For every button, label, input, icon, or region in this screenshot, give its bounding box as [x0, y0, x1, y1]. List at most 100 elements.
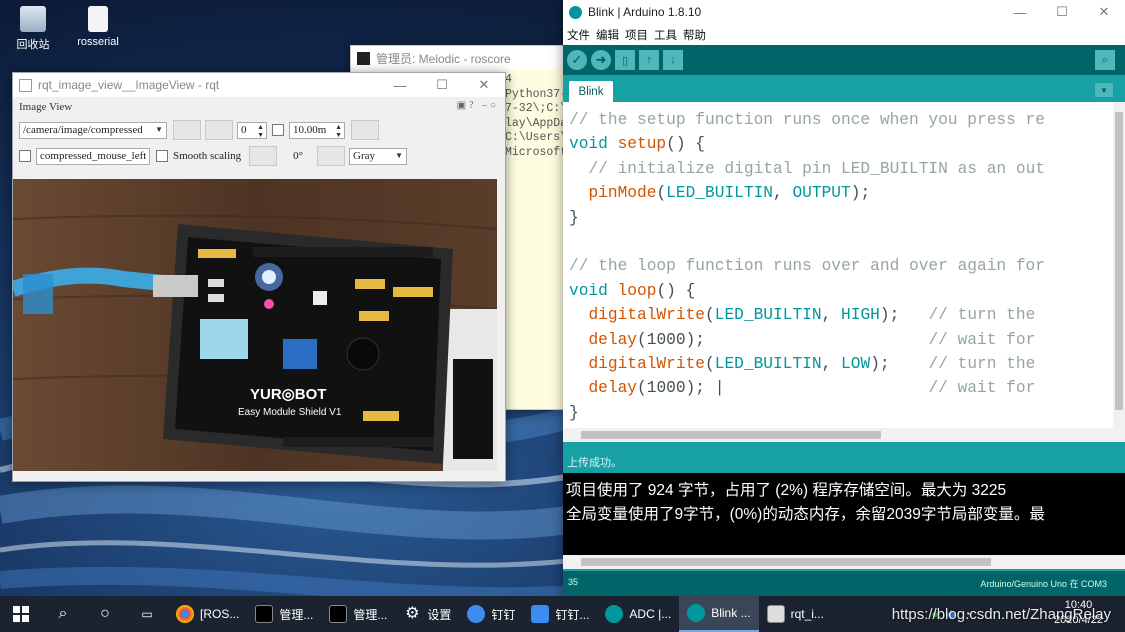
tab-label: Blink [578, 85, 604, 98]
dingtalk-icon [467, 605, 486, 623]
spin-value: 0 [241, 124, 247, 136]
taskbar-item-label: 管理... [279, 607, 314, 622]
max-value: 10.00m [293, 124, 327, 136]
editor-horizontal-scrollbar[interactable] [563, 428, 1125, 442]
image-view-toolbar-row-2: compressed_mouse_left Smooth scaling 0° … [13, 143, 505, 169]
serial-monitor-button[interactable]: ⌕ [1095, 50, 1115, 70]
desktop-icon-label: 回收站 [16, 39, 50, 51]
desktop-icon-recycle-bin[interactable]: 回收站 [8, 6, 58, 52]
panel-controls[interactable]: ▣? –○ [457, 100, 499, 111]
search-icon: ⌕ [58, 605, 68, 622]
dropdown-arrow-icon: ▼ [155, 124, 163, 134]
topic-select[interactable]: /camera/image/compressed ▼ [19, 121, 167, 139]
tab-blink[interactable]: Blink [569, 81, 613, 102]
rqt-app-icon [19, 78, 32, 92]
cortana-button[interactable]: ○ [84, 596, 126, 632]
chrome-icon [176, 605, 194, 623]
scrollbar-thumb[interactable] [581, 558, 991, 566]
console-title: 管理员: Melodic - roscore [376, 51, 511, 66]
search-button[interactable]: ⌕ [42, 596, 84, 632]
spin-arrows-icon: ▲ ▼ [335, 122, 342, 139]
arduino-ide-window[interactable]: Blink | Arduino 1.8.10 — ☐ ✕ 文件 编辑 项目 工具… [563, 0, 1125, 596]
output-line: 项目使用了 924 字节，占用了 (2%) 程序存储空间。最大为 3225 [566, 482, 1007, 499]
open-sketch-button[interactable]: ↑ [639, 50, 659, 70]
smooth-scaling-checkbox[interactable] [156, 150, 168, 162]
max-value-spinbox[interactable]: 10.00m ▲ ▼ [289, 121, 345, 139]
editor-vertical-scrollbar[interactable] [1113, 102, 1125, 428]
color-scheme-select[interactable]: Gray ▼ [349, 147, 408, 165]
cortana-icon: ○ [100, 605, 110, 622]
close-button[interactable]: ✕ [463, 73, 505, 97]
arduino-toolbar: ✓ ➜ ▯ ↑ ↓ ⌕ [563, 45, 1125, 75]
taskbar-item-arduino-blink[interactable]: Blink ... [679, 596, 759, 632]
sketch-tabbar: Blink ▼ [563, 75, 1125, 102]
rqt-titlebar[interactable]: rqt_image_view__ImageView - rqt — ☐ ✕ [13, 73, 505, 97]
save-sketch-button[interactable]: ↓ [663, 50, 683, 70]
desktop-icon-label: rosserial [77, 36, 119, 48]
terminal-icon [329, 605, 348, 623]
recycle-bin-icon [20, 6, 46, 32]
dingtalk-icon [531, 605, 550, 623]
rotate-right-button[interactable] [317, 146, 346, 166]
status-text: 上传成功。 [567, 457, 622, 469]
task-view-button[interactable]: ▭ [126, 596, 168, 632]
taskbar-item-label: rqt_i... [790, 607, 824, 621]
taskbar-item-label: 钉钉 [491, 607, 516, 622]
file-icon [88, 6, 108, 32]
publish-mouse-checkbox[interactable] [19, 150, 31, 162]
maximize-button[interactable]: ☐ [421, 73, 463, 97]
taskbar-item-console-1[interactable]: 管理... [247, 596, 321, 632]
taskbar-item-label: [ROS... [200, 607, 240, 621]
close-button[interactable]: ✕ [1083, 0, 1125, 24]
minimize-button[interactable]: — [999, 0, 1041, 24]
menu-file[interactable]: 文件 [567, 27, 590, 43]
start-button[interactable] [0, 596, 42, 632]
taskbar-item-label: 管理... [353, 607, 388, 622]
terminal-icon [255, 605, 274, 623]
menu-help[interactable]: 帮助 [683, 27, 706, 43]
magnifier-icon: ⌕ [1101, 53, 1109, 66]
fit-button[interactable] [351, 120, 379, 140]
menu-edit[interactable]: 编辑 [596, 27, 619, 43]
dynamic-range-checkbox[interactable] [272, 124, 284, 136]
output-horizontal-scrollbar[interactable] [563, 555, 1125, 569]
taskbar-item-chrome[interactable]: [ROS... [168, 596, 247, 632]
board-brand-text: YUR◎BOT [250, 386, 326, 403]
mouse-topic-value: compressed_mouse_left [40, 150, 147, 162]
mouse-topic-input[interactable]: compressed_mouse_left [36, 147, 150, 165]
upload-button[interactable]: ➜ [591, 50, 611, 70]
rotation-value: 0° [293, 150, 304, 162]
code-text[interactable]: // the setup function runs once when you… [569, 108, 1045, 425]
scrollbar-thumb[interactable] [1115, 112, 1123, 410]
arrow-down-icon: ↓ [670, 54, 676, 66]
camera-image[interactable]: YUR◎BOT Easy Module Shield V1 [13, 179, 497, 471]
arduino-titlebar[interactable]: Blink | Arduino 1.8.10 — ☐ ✕ [563, 0, 1125, 24]
taskbar-item-settings[interactable]: ⚙ 设置 [395, 596, 459, 632]
taskbar-item-rqt[interactable]: rqt_i... [759, 596, 832, 632]
taskbar-item-dingtalk-2[interactable]: 钉钉... [523, 596, 597, 632]
board-port-label: Arduino/Genuino Uno 在 COM3 [980, 579, 1107, 589]
scrollbar-thumb[interactable] [581, 431, 881, 439]
upload-status: 上传成功。 [563, 449, 1125, 473]
save-image-button[interactable] [205, 120, 233, 140]
maximize-button[interactable]: ☐ [1041, 0, 1083, 24]
menu-sketch[interactable]: 项目 [625, 27, 648, 43]
new-sketch-button[interactable]: ▯ [615, 50, 635, 70]
rqt-image-view-window[interactable]: rqt_image_view__ImageView - rqt — ☐ ✕ Im… [12, 72, 506, 482]
rotate-left-button[interactable] [249, 146, 278, 166]
minimize-button[interactable]: — [379, 73, 421, 97]
task-view-icon: ▭ [141, 607, 153, 621]
taskbar-item-dingtalk[interactable]: 钉钉 [459, 596, 523, 632]
camera-image-content: YUR◎BOT Easy Module Shield V1 [13, 179, 497, 471]
taskbar-item-arduino-adc[interactable]: ADC |... [597, 596, 679, 632]
verify-button[interactable]: ✓ [567, 50, 587, 70]
min-value-spinbox[interactable]: 0 ▲ ▼ [237, 121, 267, 139]
desktop-icon-rosserial[interactable]: rosserial [73, 6, 123, 48]
code-editor[interactable]: // the setup function runs once when you… [563, 102, 1125, 442]
taskbar-item-label: 设置 [427, 607, 452, 622]
console-titlebar[interactable]: 管理员: Melodic - roscore [351, 46, 564, 70]
menu-tools[interactable]: 工具 [654, 27, 677, 43]
taskbar-item-console-2[interactable]: 管理... [321, 596, 395, 632]
refresh-topics-button[interactable] [173, 120, 201, 140]
tab-menu-button[interactable]: ▼ [1095, 83, 1113, 97]
